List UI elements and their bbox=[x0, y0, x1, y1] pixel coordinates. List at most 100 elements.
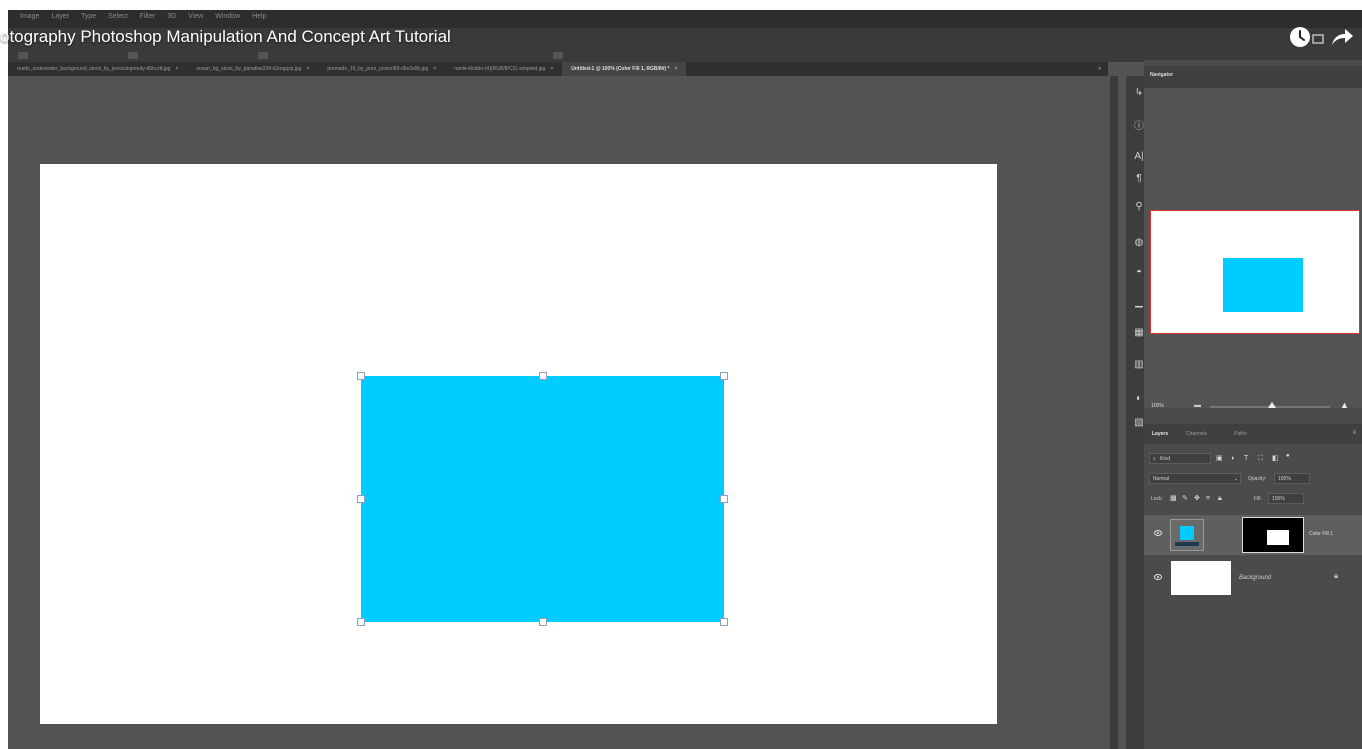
close-icon[interactable]: × bbox=[175, 66, 178, 72]
document-tab-label: ocean_bg_stock_by_paradise234-d1mgqzp.jp… bbox=[196, 66, 302, 72]
fill-thumbnail-caption bbox=[1175, 542, 1199, 546]
document-tabs: reado_underwater_background_stock_by_jes… bbox=[8, 62, 1108, 76]
smart-object-filter-icon[interactable]: ◧ bbox=[1272, 454, 1279, 463]
transform-handle-top-left[interactable] bbox=[357, 372, 365, 380]
mask-white-area bbox=[1267, 530, 1289, 545]
opacity-field[interactable]: 100% bbox=[1274, 473, 1310, 484]
lock-position-icon[interactable]: ✥ bbox=[1194, 494, 1200, 503]
opacity-label: Opacity: bbox=[1248, 476, 1267, 482]
tabs-overflow-button[interactable]: » bbox=[1098, 62, 1101, 76]
menu-item-help[interactable]: Help bbox=[252, 13, 266, 20]
zoom-value[interactable]: 100% bbox=[1151, 403, 1164, 409]
document-tab-label: reado_underwater_background_stock_by_jes… bbox=[17, 66, 171, 72]
opacity-value: 100% bbox=[1278, 476, 1291, 482]
background-layer-thumbnail[interactable] bbox=[1171, 561, 1231, 595]
blend-opacity-row: Normal ⌄ Opacity: 100% bbox=[1144, 470, 1362, 488]
document-tab[interactable]: Untitled-1 @ 100% (Color Fill 1, RGB/8#)… bbox=[562, 62, 687, 76]
document-tab[interactable]: premade_10_by_pure_poison89-d5e3s0b.jpg × bbox=[318, 62, 445, 76]
chevron-down-icon: ⌄ bbox=[1234, 476, 1239, 482]
close-icon[interactable]: × bbox=[550, 66, 553, 72]
menu-item-image[interactable]: Image bbox=[20, 13, 39, 20]
color-fill-shape[interactable] bbox=[361, 376, 724, 622]
document-tab-label: premade_10_by_pure_poison89-d5e3s0b.jpg bbox=[327, 66, 429, 72]
lock-fill-row: Lock: ▩ ✎ ✥ ⌗ 🔒︎ Fill: 100% bbox=[1144, 490, 1362, 508]
menu-item-view[interactable]: View bbox=[188, 13, 203, 20]
navigator-tab[interactable]: Navigator bbox=[1150, 72, 1173, 78]
visibility-eye-icon[interactable] bbox=[1154, 574, 1162, 580]
zoom-slider[interactable] bbox=[1210, 402, 1330, 408]
kind-filter-select[interactable]: ⌕ Kind bbox=[1149, 453, 1211, 464]
zoom-slider-thumb[interactable] bbox=[1268, 402, 1277, 408]
fill-swatch bbox=[1180, 526, 1194, 540]
layer-row-background[interactable]: Background 🔒︎ bbox=[1144, 559, 1362, 599]
zoom-out-icon[interactable]: ▬ bbox=[1194, 402, 1201, 409]
tab-channels[interactable]: Channels bbox=[1186, 431, 1207, 437]
filter-toggle-icon[interactable]: ● bbox=[1286, 452, 1290, 461]
type-filter-icon[interactable]: T bbox=[1244, 454, 1248, 463]
layer-row-color-fill[interactable]: Color Fill 1 bbox=[1144, 515, 1362, 555]
menu-item-window[interactable]: Window bbox=[215, 13, 240, 20]
menu-item-layer[interactable]: Layer bbox=[51, 13, 69, 20]
kind-filter-value: Kind bbox=[1160, 456, 1171, 462]
document-tab-label: ramie-klodde-(4)(RGB/8/CS) simplied.jpg bbox=[454, 66, 546, 72]
blend-mode-select[interactable]: Normal ⌄ bbox=[1149, 473, 1241, 484]
transform-handle-bottom[interactable] bbox=[539, 618, 547, 626]
transform-handle-left[interactable] bbox=[357, 495, 365, 503]
pixel-filter-icon[interactable]: ▣ bbox=[1216, 454, 1223, 463]
lock-pixels-icon[interactable]: ✎ bbox=[1182, 494, 1188, 503]
tab-paths[interactable]: Paths bbox=[1234, 431, 1247, 437]
distribute-icon[interactable] bbox=[258, 52, 268, 59]
document-tab[interactable]: ramie-klodde-(4)(RGB/8/CS) simplied.jpg × bbox=[445, 62, 562, 76]
3d-mode-icon[interactable] bbox=[553, 52, 563, 59]
navigator-preview[interactable] bbox=[1150, 210, 1360, 334]
share-arrow-icon[interactable] bbox=[1329, 26, 1355, 48]
close-icon[interactable]: × bbox=[306, 66, 309, 72]
transform-handle-bottom-right[interactable] bbox=[720, 618, 728, 626]
layer-name[interactable]: Color Fill 1 bbox=[1309, 531, 1333, 537]
document-tab[interactable]: reado_underwater_background_stock_by_jes… bbox=[8, 62, 187, 76]
layer-mask-thumbnail[interactable] bbox=[1242, 517, 1304, 553]
close-icon[interactable]: × bbox=[675, 66, 678, 72]
menu-bar: Image Layer Type Select Filter 3D View Window He… bbox=[8, 10, 1362, 28]
navigator-preview-fill bbox=[1223, 258, 1303, 312]
fill-field[interactable]: 100% bbox=[1268, 493, 1304, 504]
miniplayer-icon[interactable] bbox=[1312, 32, 1324, 44]
blend-mode-value: Normal bbox=[1153, 476, 1170, 482]
video-title[interactable]: otography Photoshop Manipulation And Con… bbox=[0, 27, 451, 47]
close-icon[interactable]: × bbox=[433, 66, 436, 72]
menu-items: Image Layer Type Select Filter 3D View Window He… bbox=[20, 13, 267, 20]
layers-tabbar: Layers Channels Paths ≡ bbox=[1144, 424, 1362, 444]
tool-preset-icon[interactable] bbox=[18, 52, 28, 59]
menu-item-filter[interactable]: Filter bbox=[140, 13, 156, 20]
fill-layer-thumbnail[interactable] bbox=[1170, 519, 1204, 551]
panel-menu-icon[interactable]: ≡ bbox=[1352, 430, 1356, 436]
tab-layers[interactable]: Layers bbox=[1152, 431, 1168, 437]
align-icon[interactable] bbox=[128, 52, 138, 59]
transform-handle-bottom-left[interactable] bbox=[357, 618, 365, 626]
menu-item-type[interactable]: Type bbox=[81, 13, 96, 20]
right-panel-dock: Navigator 100% ▬ ▲ Layers Channels Paths… bbox=[1144, 60, 1362, 749]
lock-transparent-icon[interactable]: ▩ bbox=[1170, 494, 1177, 503]
visibility-eye-icon[interactable] bbox=[1154, 530, 1162, 536]
fill-label: Fill: bbox=[1254, 496, 1262, 502]
panel-divider[interactable] bbox=[1110, 76, 1118, 749]
menu-item-select[interactable]: Select bbox=[108, 13, 127, 20]
navigator-panel bbox=[1144, 88, 1362, 408]
adjustment-filter-icon[interactable]: ◑ bbox=[1230, 454, 1234, 463]
shape-filter-icon[interactable]: ⛶ bbox=[1258, 454, 1263, 463]
transform-handle-top-right[interactable] bbox=[720, 372, 728, 380]
layer-filter-row: ⌕ Kind ▣ ◑ T ⛶ ◧ ● bbox=[1144, 450, 1362, 468]
menu-item-3d[interactable]: 3D bbox=[167, 13, 176, 20]
zoom-in-icon[interactable]: ▲ bbox=[1340, 401, 1349, 410]
clock-icon[interactable] bbox=[1289, 26, 1311, 48]
search-icon: ⌕ bbox=[1153, 456, 1156, 462]
lock-icon: 🔒︎ bbox=[1334, 571, 1339, 580]
transform-handle-top[interactable] bbox=[539, 372, 547, 380]
document-tab[interactable]: ocean_bg_stock_by_paradise234-d1mgqzp.jp… bbox=[187, 62, 318, 76]
lock-artboard-icon[interactable]: ⌗ bbox=[1206, 494, 1210, 503]
layer-name[interactable]: Background bbox=[1239, 575, 1271, 581]
lock-all-icon[interactable]: 🔒︎ bbox=[1218, 494, 1222, 503]
navigator-zoom-row: 100% ▬ ▲ bbox=[1144, 400, 1362, 414]
fill-value: 100% bbox=[1272, 496, 1285, 502]
transform-handle-right[interactable] bbox=[720, 495, 728, 503]
